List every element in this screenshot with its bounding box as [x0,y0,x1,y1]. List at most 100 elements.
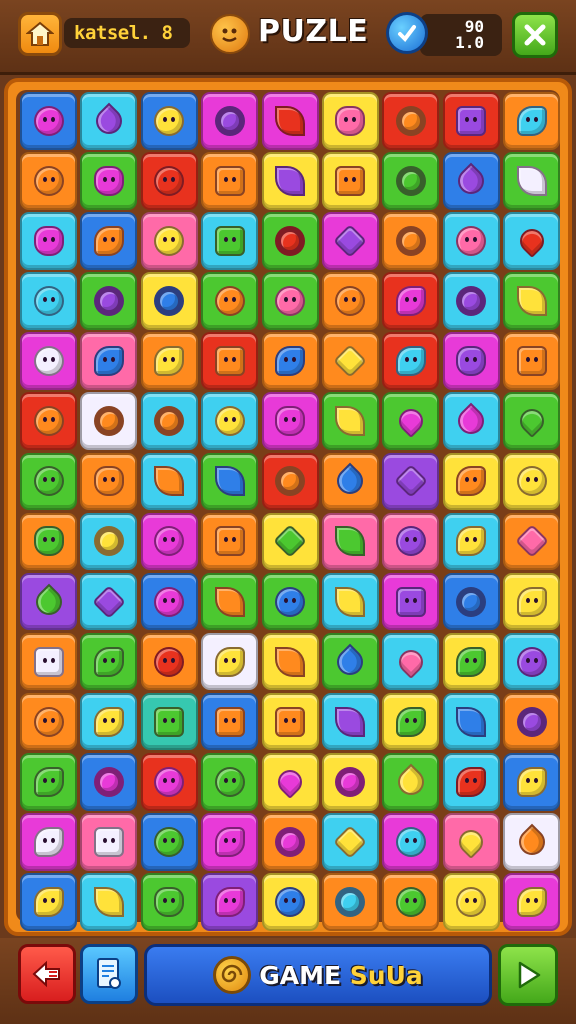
puzzle-tile-r12-c8[interactable] [442,753,500,811]
puzzle-tile-r7-c8[interactable] [442,452,500,511]
puzzle-tile-r7-c2[interactable] [80,452,138,511]
puzzle-tile-r11-c4[interactable] [201,692,259,751]
puzzle-tile-r5-c4[interactable] [201,332,259,390]
puzzle-tile-r4-c4[interactable] [201,272,259,330]
puzzle-tile-r14-c7[interactable] [382,873,440,931]
puzzle-tile-r14-c5[interactable] [261,873,319,931]
puzzle-tile-r5-c3[interactable] [140,332,198,390]
puzzle-tile-r2-c7[interactable] [382,152,440,210]
puzzle-tile-r6-c4[interactable] [201,392,259,450]
puzzle-tile-r7-c5[interactable] [261,452,319,511]
puzzle-tile-r4-c3[interactable] [140,272,198,330]
puzzle-tile-r2-c6[interactable] [321,152,379,210]
puzzle-tile-r13-c5[interactable] [261,813,319,871]
puzzle-tile-r1-c3[interactable] [140,92,198,150]
puzzle-tile-r8-c9[interactable] [503,512,561,571]
puzzle-tile-r7-c1[interactable] [20,452,77,511]
puzzle-tile-r3-c6[interactable] [321,212,379,270]
puzzle-tile-r3-c5[interactable] [261,212,319,270]
puzzle-tile-r1-c8[interactable] [442,92,500,150]
puzzle-tile-r3-c9[interactable] [503,212,561,270]
puzzle-tile-r4-c7[interactable] [382,272,440,330]
puzzle-tile-r1-c2[interactable] [80,92,138,150]
puzzle-tile-r7-c3[interactable] [140,452,198,511]
puzzle-tile-r6-c9[interactable] [503,392,561,450]
puzzle-tile-r6-c8[interactable] [442,392,500,450]
puzzle-tile-r11-c3[interactable] [140,692,198,751]
puzzle-tile-r9-c4[interactable] [201,572,259,631]
puzzle-tile-r8-c8[interactable] [442,512,500,571]
puzzle-tile-r4-c1[interactable] [20,272,77,330]
puzzle-tile-r9-c6[interactable] [321,572,379,631]
puzzle-tile-r10-c1[interactable] [20,632,77,691]
puzzle-tile-r13-c6[interactable] [321,813,379,871]
puzzle-tile-r9-c8[interactable] [442,572,500,631]
puzzle-tile-r9-c7[interactable] [382,572,440,631]
puzzle-tile-r13-c7[interactable] [382,813,440,871]
puzzle-tile-r11-c1[interactable] [20,692,77,751]
puzzle-tile-r14-c4[interactable] [201,873,259,931]
puzzle-tile-r5-c8[interactable] [442,332,500,390]
puzzle-tile-r14-c6[interactable] [321,873,379,931]
puzzle-tile-r9-c2[interactable] [80,572,138,631]
puzzle-tile-r8-c5[interactable] [261,512,319,571]
puzzle-tile-r3-c3[interactable] [140,212,198,270]
puzzle-tile-r6-c2[interactable] [80,392,138,450]
puzzle-tile-r10-c2[interactable] [80,632,138,691]
puzzle-tile-r2-c5[interactable] [261,152,319,210]
puzzle-tile-r2-c8[interactable] [442,152,500,210]
puzzle-tile-r10-c3[interactable] [140,632,198,691]
puzzle-tile-r8-c2[interactable] [80,512,138,571]
puzzle-tile-r4-c2[interactable] [80,272,138,330]
puzzle-tile-r6-c5[interactable] [261,392,319,450]
puzzle-tile-r3-c4[interactable] [201,212,259,270]
puzzle-tile-r3-c2[interactable] [80,212,138,270]
puzzle-tile-r10-c8[interactable] [442,632,500,691]
home-button[interactable] [18,12,62,56]
puzzle-tile-r11-c6[interactable] [321,692,379,751]
puzzle-tile-r5-c7[interactable] [382,332,440,390]
puzzle-tile-r13-c3[interactable] [140,813,198,871]
puzzle-tile-r13-c9[interactable] [503,813,561,871]
puzzle-tile-r2-c3[interactable] [140,152,198,210]
puzzle-tile-r12-c3[interactable] [140,753,198,811]
puzzle-tile-r13-c1[interactable] [20,813,77,871]
puzzle-tile-r8-c7[interactable] [382,512,440,571]
puzzle-tile-r11-c7[interactable] [382,692,440,751]
puzzle-tile-r13-c2[interactable] [80,813,138,871]
puzzle-tile-r9-c5[interactable] [261,572,319,631]
puzzle-tile-r10-c7[interactable] [382,632,440,691]
puzzle-tile-r1-c4[interactable] [201,92,259,150]
puzzle-tile-r12-c6[interactable] [321,753,379,811]
puzzle-tile-r4-c5[interactable] [261,272,319,330]
puzzle-tile-r5-c1[interactable] [20,332,77,390]
puzzle-tile-r11-c2[interactable] [80,692,138,751]
notes-button[interactable] [80,944,138,1004]
puzzle-tile-r14-c2[interactable] [80,873,138,931]
puzzle-tile-r4-c9[interactable] [503,272,561,330]
puzzle-tile-r8-c3[interactable] [140,512,198,571]
puzzle-tile-r1-c6[interactable] [321,92,379,150]
puzzle-tile-r5-c2[interactable] [80,332,138,390]
puzzle-tile-r1-c9[interactable] [503,92,561,150]
puzzle-tile-r2-c9[interactable] [503,152,561,210]
puzzle-tile-r5-c5[interactable] [261,332,319,390]
puzzle-tile-r12-c5[interactable] [261,753,319,811]
puzzle-tile-r2-c2[interactable] [80,152,138,210]
puzzle-tile-r12-c2[interactable] [80,753,138,811]
puzzle-tile-r6-c3[interactable] [140,392,198,450]
puzzle-tile-r7-c6[interactable] [321,452,379,511]
puzzle-tile-r1-c5[interactable] [261,92,319,150]
puzzle-tile-r12-c7[interactable] [382,753,440,811]
puzzle-tile-r6-c7[interactable] [382,392,440,450]
puzzle-tile-r8-c6[interactable] [321,512,379,571]
puzzle-tile-r9-c3[interactable] [140,572,198,631]
puzzle-tile-r10-c9[interactable] [503,632,561,691]
puzzle-tile-r6-c6[interactable] [321,392,379,450]
puzzle-tile-r14-c8[interactable] [442,873,500,931]
puzzle-tile-r1-c1[interactable] [20,92,77,150]
puzzle-tile-r2-c4[interactable] [201,152,259,210]
puzzle-tile-r5-c6[interactable] [321,332,379,390]
puzzle-tile-r9-c1[interactable] [20,572,77,631]
puzzle-tile-r14-c9[interactable] [503,873,561,931]
